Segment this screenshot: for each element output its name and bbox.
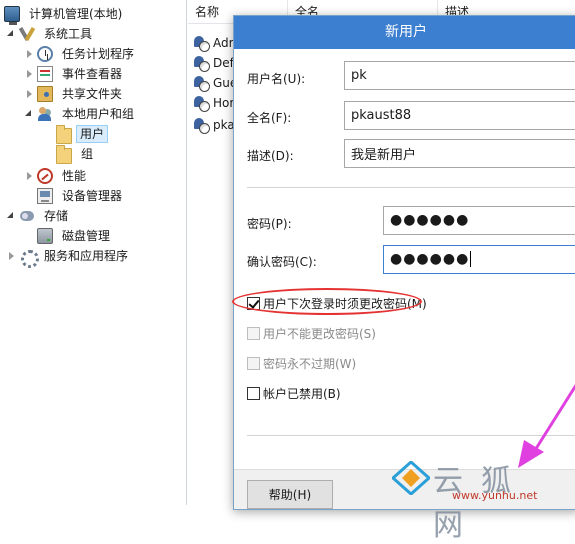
disk-management-icon xyxy=(37,228,53,244)
user-account-icon xyxy=(194,117,210,134)
watermark-url: www.yunhu.net xyxy=(452,489,538,502)
username-label: 用户名(U): xyxy=(247,72,306,86)
list-item[interactable]: Adr xyxy=(194,33,234,53)
checkbox-icon[interactable] xyxy=(247,326,260,340)
tree-item-task-scheduler[interactable]: 任务计划程序 xyxy=(24,44,139,64)
checkbox-checked-icon[interactable] xyxy=(247,296,260,310)
storage-icon xyxy=(19,208,35,224)
fullname-label: 全名(F): xyxy=(247,111,292,125)
chevron-expanded-icon[interactable] xyxy=(6,29,16,39)
username-input[interactable] xyxy=(344,61,575,90)
computer-management-icon xyxy=(4,6,20,25)
navigation-tree: 计算机管理(本地) 系统工具 任务计划程序 事件查看器 共享文件夹 本地用户和组… xyxy=(0,0,187,505)
password-input[interactable]: ●●●●●● xyxy=(383,206,575,235)
checkbox-icon[interactable] xyxy=(247,356,260,370)
tree-item-event-viewer[interactable]: 事件查看器 xyxy=(24,64,127,84)
tree-item-users[interactable]: 用户 xyxy=(56,124,109,144)
confirm-password-label: 确认密码(C): xyxy=(247,255,317,269)
list-item[interactable]: pka xyxy=(194,115,235,135)
fullname-input[interactable] xyxy=(344,101,575,130)
user-account-icon xyxy=(194,95,210,112)
tree-item-storage[interactable]: 存储 xyxy=(6,206,73,226)
account-disabled-checkbox[interactable]: 帐户已禁用(B) xyxy=(247,384,341,402)
chevron-expanded-icon[interactable] xyxy=(6,211,16,221)
tree-item-device-manager[interactable]: 设备管理器 xyxy=(37,186,127,206)
section-divider xyxy=(247,187,575,188)
user-account-icon xyxy=(194,35,210,52)
shared-folders-icon xyxy=(37,86,53,102)
folder-icon xyxy=(56,144,72,164)
device-manager-icon xyxy=(37,188,53,204)
list-item[interactable]: Def xyxy=(194,53,234,73)
tree-item-disk-management[interactable]: 磁盘管理 xyxy=(37,226,115,246)
text-caret xyxy=(470,251,472,267)
chevron-expanded-icon[interactable] xyxy=(24,109,34,119)
checkbox-icon[interactable] xyxy=(247,386,260,400)
task-scheduler-icon xyxy=(37,46,53,62)
watermark-logo-icon xyxy=(392,461,430,495)
password-never-expires-checkbox[interactable]: 密码永不过期(W) xyxy=(247,354,356,372)
user-account-icon xyxy=(194,75,210,92)
tree-item-performance[interactable]: 性能 xyxy=(24,166,91,186)
event-viewer-icon xyxy=(37,66,53,82)
chevron-right-icon[interactable] xyxy=(24,49,34,59)
chevron-right-icon[interactable] xyxy=(24,69,34,79)
dialog-title[interactable]: 新用户 xyxy=(234,16,575,49)
chevron-right-icon[interactable] xyxy=(24,89,34,99)
must-change-password-checkbox[interactable]: 用户下次登录时须更改密码(M) xyxy=(247,294,427,312)
dialog-body: 用户名(U): 全名(F): 描述(D): 密码(P): ●●●●●● 确认密码… xyxy=(234,49,575,509)
tree-item-shared-folders[interactable]: 共享文件夹 xyxy=(24,84,127,104)
performance-icon xyxy=(37,168,53,184)
list-item[interactable]: Gue xyxy=(194,73,237,93)
services-applications-icon xyxy=(19,248,39,268)
description-input[interactable] xyxy=(344,139,575,168)
local-users-groups-icon xyxy=(37,106,53,122)
tree-item-computer-management[interactable]: 计算机管理(本地) xyxy=(2,4,127,25)
confirm-password-input[interactable]: ●●●●●● xyxy=(383,245,575,274)
description-label: 描述(D): xyxy=(247,149,294,163)
tree-item-local-users-groups[interactable]: 本地用户和组 xyxy=(24,104,139,124)
new-user-dialog: 新用户 用户名(U): 全名(F): 描述(D): 密码(P): ●●●●●● … xyxy=(233,15,575,510)
tree-item-services-applications[interactable]: 服务和应用程序 xyxy=(6,246,133,268)
chevron-right-icon[interactable] xyxy=(24,171,34,181)
section-divider xyxy=(247,435,575,436)
system-tools-icon xyxy=(19,26,35,42)
password-label: 密码(P): xyxy=(247,217,292,231)
user-account-icon xyxy=(194,55,210,72)
folder-icon xyxy=(56,124,72,144)
tree-item-groups[interactable]: 组 xyxy=(56,144,98,164)
tree-item-system-tools[interactable]: 系统工具 xyxy=(6,24,97,44)
chevron-right-icon[interactable] xyxy=(6,251,16,261)
cannot-change-password-checkbox[interactable]: 用户不能更改密码(S) xyxy=(247,324,376,342)
list-item[interactable]: Hor xyxy=(194,93,234,113)
